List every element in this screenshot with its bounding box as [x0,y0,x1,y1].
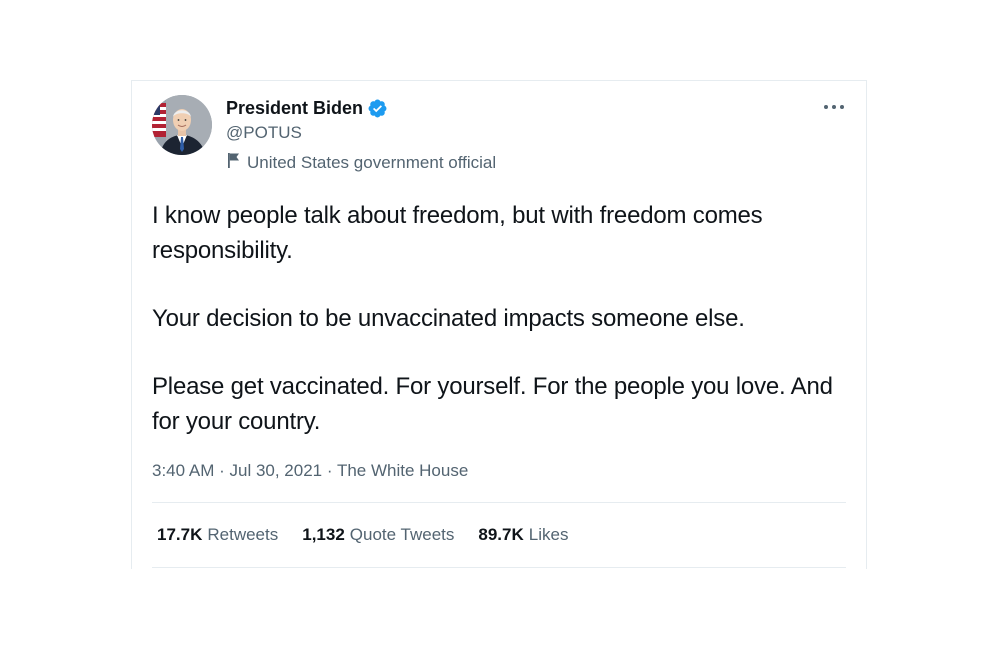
account-label-text: United States government official [247,152,497,172]
retweets-label: Retweets [207,525,279,544]
tweet-metadata: 3:40 AM · Jul 30, 2021 · The White House [152,460,468,482]
engagement-stats: 17.7K Retweets 1,132 Quote Tweets 89.7K … [157,524,568,546]
retweets-stat[interactable]: 17.7K Retweets [157,524,278,546]
author-handle[interactable]: @POTUS [226,122,302,144]
avatar[interactable] [152,95,212,155]
likes-label: Likes [528,525,569,544]
account-label: United States government official [226,151,496,174]
flag-icon [226,151,242,174]
tweet-source[interactable]: The White House [337,461,468,480]
likes-count: 89.7K [478,525,524,544]
divider [152,567,846,568]
tweet-date[interactable]: Jul 30, 2021 [229,461,322,480]
quote-tweets-count: 1,132 [302,525,345,544]
tweet-paragraph: Please get vaccinated. For yourself. For… [152,373,833,435]
tweet-paragraph: I know people talk about freedom, but wi… [152,202,763,264]
meta-separator: · [214,461,230,480]
meta-separator: · [322,461,337,480]
tweet-text: I know people talk about freedom, but wi… [152,198,852,439]
quote-tweets-label: Quote Tweets [349,525,455,544]
author-name-row: President Biden [226,97,388,119]
retweets-count: 17.7K [157,525,203,544]
author-display-name[interactable]: President Biden [226,97,363,119]
quote-tweets-stat[interactable]: 1,132 Quote Tweets [302,524,454,546]
tweet-time[interactable]: 3:40 AM [152,461,214,480]
avatar-image [152,95,212,155]
more-options-button[interactable] [820,95,848,119]
verified-badge-icon [367,98,388,119]
likes-stat[interactable]: 89.7K Likes [478,524,568,546]
more-horizontal-icon [824,105,844,109]
tweet-paragraph: Your decision to be unvaccinated impacts… [152,305,745,332]
divider [152,502,846,503]
tweet-card: President Biden @POTUS United States gov… [131,80,867,569]
